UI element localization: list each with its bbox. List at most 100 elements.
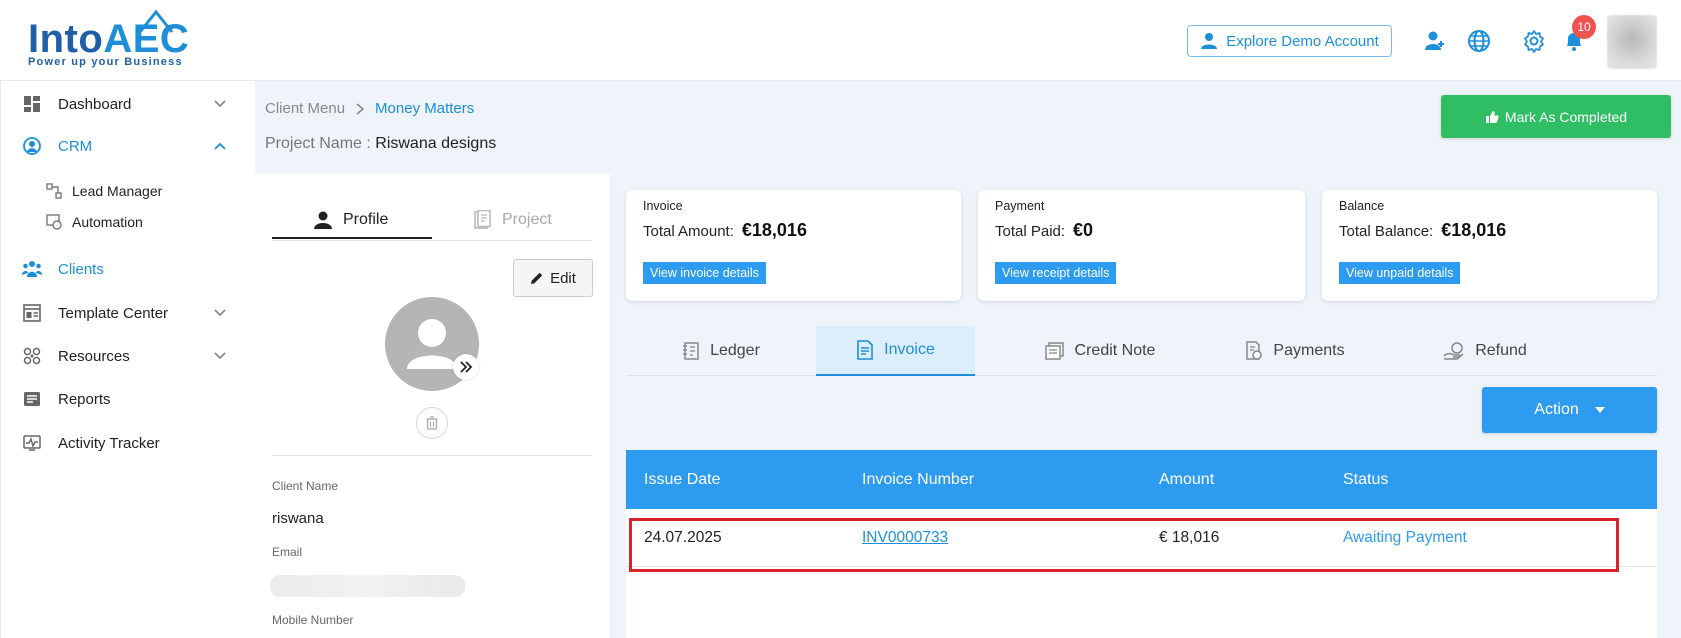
card-total-label: Total Paid: bbox=[995, 223, 1066, 240]
logo-tagline: Power up your Business bbox=[28, 56, 183, 68]
chevron-down-icon bbox=[212, 348, 228, 364]
view-receipt-details-button[interactable]: View receipt details bbox=[995, 262, 1117, 284]
breadcrumb-money-matters[interactable]: Money Matters bbox=[375, 100, 474, 117]
action-label: Action bbox=[1534, 401, 1579, 418]
sidebar-item-crm[interactable]: CRM bbox=[0, 128, 255, 164]
expand-profile-button[interactable] bbox=[453, 354, 479, 380]
view-unpaid-details-button[interactable]: View unpaid details bbox=[1339, 262, 1461, 284]
action-dropdown-button[interactable]: Action bbox=[1482, 387, 1657, 433]
activity-tracker-icon bbox=[22, 433, 42, 453]
table-row[interactable]: 24.07.2025 INV0000733 € 18,016 Awaiting … bbox=[626, 509, 1657, 567]
tab-ledger-label: Ledger bbox=[710, 342, 760, 359]
client-profile-panel bbox=[255, 174, 610, 638]
explore-demo-account-button[interactable]: Explore Demo Account bbox=[1187, 25, 1392, 57]
tab-profile-label: Profile bbox=[343, 211, 389, 228]
settings-gear-icon[interactable] bbox=[1521, 28, 1547, 54]
clients-icon bbox=[22, 259, 42, 279]
balance-summary-card: Balance Total Balance: €18,016 View unpa… bbox=[1322, 190, 1657, 301]
profile-tabs-divider bbox=[272, 240, 592, 241]
tab-ledger[interactable]: Ledger bbox=[626, 326, 816, 376]
sidebar-item-label: Activity Tracker bbox=[58, 434, 160, 452]
client-name-label: Client Name bbox=[272, 479, 339, 493]
user-tie-icon bbox=[1201, 33, 1218, 49]
tab-profile[interactable]: Profile bbox=[313, 200, 388, 240]
edit-profile-button[interactable]: Edit bbox=[513, 259, 593, 297]
chevron-up-icon bbox=[212, 138, 228, 154]
tab-credit-note[interactable]: Credit Note bbox=[1000, 326, 1200, 376]
sidebar-item-dashboard[interactable]: Dashboard bbox=[0, 86, 255, 122]
tab-refund-label: Refund bbox=[1475, 342, 1527, 359]
column-header-invoice-number[interactable]: Invoice Number bbox=[862, 450, 974, 509]
tab-credit-note-label: Credit Note bbox=[1074, 342, 1156, 359]
tab-payments[interactable]: Payments bbox=[1200, 326, 1390, 376]
card-total-label: Total Balance: bbox=[1339, 223, 1434, 240]
payments-icon bbox=[1246, 341, 1263, 360]
mark-as-completed-label: Mark As Completed bbox=[1504, 108, 1628, 125]
sidebar-item-label: Reports bbox=[58, 390, 111, 408]
invoice-summary-card: Invoice Total Amount: €18,016 View invoi… bbox=[626, 190, 961, 301]
cell-status: Awaiting Payment bbox=[1343, 529, 1467, 546]
sidebar-item-label: Lead Manager bbox=[72, 183, 163, 199]
chevron-right-icon bbox=[356, 102, 365, 115]
globe-icon[interactable] bbox=[1466, 28, 1492, 54]
mark-as-completed-button[interactable]: Mark As Completed bbox=[1441, 95, 1671, 138]
add-user-icon[interactable] bbox=[1422, 28, 1448, 54]
sidebar-subitem-automation[interactable]: Automation bbox=[0, 208, 255, 236]
sidebar-item-label: Dashboard bbox=[58, 95, 132, 113]
top-header: IntoAEC Power up your Business Explore D… bbox=[0, 0, 1681, 81]
tab-payments-label: Payments bbox=[1273, 342, 1345, 359]
tab-project[interactable]: Project bbox=[472, 200, 552, 240]
sidebar-item-clients[interactable]: Clients bbox=[0, 251, 255, 287]
tab-invoice[interactable]: Invoice bbox=[816, 326, 975, 376]
column-header-amount[interactable]: Amount bbox=[1159, 450, 1214, 509]
tab-project-label: Project bbox=[502, 211, 552, 228]
chevron-down-icon bbox=[212, 96, 228, 112]
breadcrumb-client-menu[interactable]: Client Menu bbox=[265, 100, 345, 117]
sidebar-item-reports[interactable]: Reports bbox=[0, 381, 255, 417]
profile-divider bbox=[272, 455, 592, 456]
edit-label: Edit bbox=[550, 269, 576, 287]
logo-wordmark-into: Into bbox=[28, 17, 104, 61]
caret-down-icon bbox=[1594, 407, 1605, 413]
user-avatar[interactable] bbox=[1607, 15, 1657, 69]
ledger-icon bbox=[683, 342, 699, 360]
email-label: Email bbox=[272, 545, 303, 559]
card-total-amount: €18,016 bbox=[1441, 220, 1507, 240]
thumbs-up-icon bbox=[1485, 110, 1499, 123]
card-total-row: Total Paid: €0 bbox=[995, 220, 1093, 241]
sidebar-item-activity-tracker[interactable]: Activity Tracker bbox=[0, 425, 255, 461]
sidebar-item-label: Template Center bbox=[58, 304, 169, 322]
view-invoice-details-button[interactable]: View invoice details bbox=[643, 262, 766, 284]
chevron-down-icon bbox=[212, 305, 228, 321]
sidebar-item-resources[interactable]: Resources bbox=[0, 338, 255, 374]
card-total-amount: €0 bbox=[1073, 220, 1094, 240]
cell-invoice-number-link[interactable]: INV0000733 bbox=[862, 509, 948, 567]
column-header-issue-date[interactable]: Issue Date bbox=[644, 450, 720, 509]
pencil-icon bbox=[531, 272, 543, 284]
breadcrumb: Client Menu Money Matters bbox=[265, 100, 474, 117]
intoaec-logo[interactable]: IntoAEC Power up your Business bbox=[28, 10, 198, 70]
double-chevron-right-icon bbox=[460, 361, 473, 373]
crm-icon bbox=[22, 136, 42, 156]
column-header-status[interactable]: Status bbox=[1343, 450, 1388, 509]
template-icon bbox=[22, 303, 42, 323]
reports-icon bbox=[22, 389, 42, 409]
resources-icon bbox=[22, 346, 42, 366]
card-title: Balance bbox=[1339, 199, 1385, 213]
invoice-icon bbox=[857, 340, 873, 360]
sidebar-subitem-lead-manager[interactable]: Lead Manager bbox=[0, 177, 255, 205]
project-name-label: Project Name : bbox=[265, 135, 371, 152]
card-title: Invoice bbox=[643, 199, 683, 213]
project-name-line: Project Name : Riswana designs bbox=[265, 135, 496, 153]
project-name-value: Riswana designs bbox=[375, 135, 497, 152]
email-value-redacted bbox=[270, 575, 465, 597]
card-total-row: Total Balance: €18,016 bbox=[1339, 220, 1506, 241]
project-document-icon bbox=[474, 210, 491, 229]
delete-avatar-button[interactable] bbox=[416, 407, 448, 439]
cell-issue-date: 24.07.2025 bbox=[644, 529, 722, 546]
sidebar-item-label: CRM bbox=[58, 137, 93, 155]
sidebar-item-label: Resources bbox=[58, 347, 130, 365]
tab-refund[interactable]: Refund bbox=[1390, 326, 1580, 376]
sidebar-item-template-center[interactable]: Template Center bbox=[0, 295, 255, 331]
dashboard-icon bbox=[22, 94, 42, 114]
